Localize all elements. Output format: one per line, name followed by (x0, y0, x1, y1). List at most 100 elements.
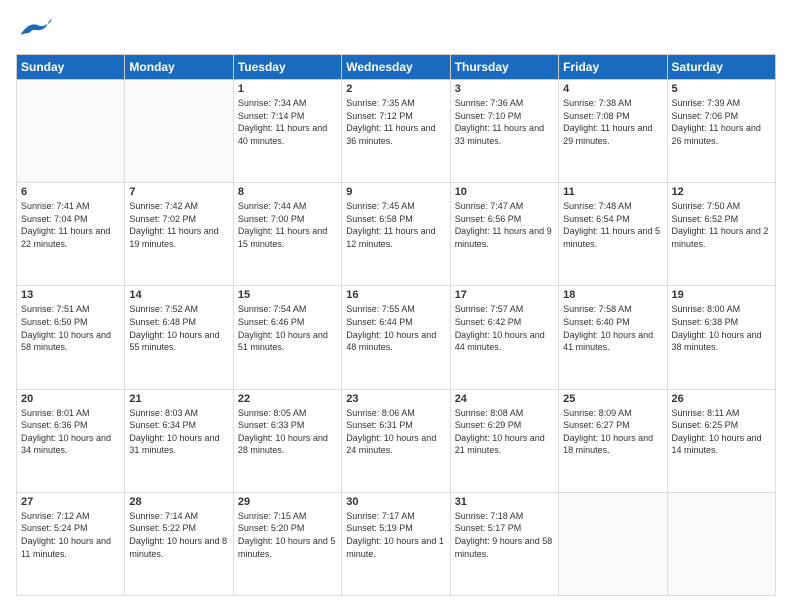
day-info: Sunrise: 8:06 AMSunset: 6:31 PMDaylight:… (346, 407, 445, 457)
calendar-week-2: 6 Sunrise: 7:41 AMSunset: 7:04 PMDayligh… (17, 183, 776, 286)
calendar-cell: 14 Sunrise: 7:52 AMSunset: 6:48 PMDaylig… (125, 286, 233, 389)
day-info: Sunrise: 7:35 AMSunset: 7:12 PMDaylight:… (346, 97, 445, 147)
day-number: 16 (346, 289, 445, 301)
calendar-cell: 29 Sunrise: 7:15 AMSunset: 5:20 PMDaylig… (233, 492, 341, 595)
day-number: 10 (455, 186, 554, 198)
day-info: Sunrise: 7:44 AMSunset: 7:00 PMDaylight:… (238, 200, 337, 250)
day-info: Sunrise: 7:58 AMSunset: 6:40 PMDaylight:… (563, 303, 662, 353)
day-number: 25 (563, 393, 662, 405)
logo (16, 16, 56, 44)
day-number: 4 (563, 83, 662, 95)
calendar-cell: 31 Sunrise: 7:18 AMSunset: 5:17 PMDaylig… (450, 492, 558, 595)
day-number: 19 (672, 289, 771, 301)
day-number: 15 (238, 289, 337, 301)
calendar-cell: 22 Sunrise: 8:05 AMSunset: 6:33 PMDaylig… (233, 389, 341, 492)
day-info: Sunrise: 7:36 AMSunset: 7:10 PMDaylight:… (455, 97, 554, 147)
day-info: Sunrise: 7:57 AMSunset: 6:42 PMDaylight:… (455, 303, 554, 353)
calendar-cell: 27 Sunrise: 7:12 AMSunset: 5:24 PMDaylig… (17, 492, 125, 595)
day-info: Sunrise: 7:50 AMSunset: 6:52 PMDaylight:… (672, 200, 771, 250)
day-number: 22 (238, 393, 337, 405)
calendar-cell (559, 492, 667, 595)
day-info: Sunrise: 7:51 AMSunset: 6:50 PMDaylight:… (21, 303, 120, 353)
calendar-cell: 23 Sunrise: 8:06 AMSunset: 6:31 PMDaylig… (342, 389, 450, 492)
weekday-header-row: SundayMondayTuesdayWednesdayThursdayFrid… (17, 55, 776, 80)
day-number: 13 (21, 289, 120, 301)
day-info: Sunrise: 8:09 AMSunset: 6:27 PMDaylight:… (563, 407, 662, 457)
day-info: Sunrise: 7:34 AMSunset: 7:14 PMDaylight:… (238, 97, 337, 147)
calendar-cell: 15 Sunrise: 7:54 AMSunset: 6:46 PMDaylig… (233, 286, 341, 389)
day-info: Sunrise: 7:47 AMSunset: 6:56 PMDaylight:… (455, 200, 554, 250)
day-number: 2 (346, 83, 445, 95)
day-number: 23 (346, 393, 445, 405)
calendar-cell: 25 Sunrise: 8:09 AMSunset: 6:27 PMDaylig… (559, 389, 667, 492)
calendar-cell: 16 Sunrise: 7:55 AMSunset: 6:44 PMDaylig… (342, 286, 450, 389)
calendar-cell: 10 Sunrise: 7:47 AMSunset: 6:56 PMDaylig… (450, 183, 558, 286)
day-number: 1 (238, 83, 337, 95)
weekday-header-tuesday: Tuesday (233, 55, 341, 80)
calendar-cell: 19 Sunrise: 8:00 AMSunset: 6:38 PMDaylig… (667, 286, 775, 389)
calendar-cell: 7 Sunrise: 7:42 AMSunset: 7:02 PMDayligh… (125, 183, 233, 286)
calendar-cell: 4 Sunrise: 7:38 AMSunset: 7:08 PMDayligh… (559, 80, 667, 183)
weekday-header-sunday: Sunday (17, 55, 125, 80)
day-info: Sunrise: 7:38 AMSunset: 7:08 PMDaylight:… (563, 97, 662, 147)
calendar-cell: 5 Sunrise: 7:39 AMSunset: 7:06 PMDayligh… (667, 80, 775, 183)
day-info: Sunrise: 7:12 AMSunset: 5:24 PMDaylight:… (21, 510, 120, 560)
calendar-cell (667, 492, 775, 595)
day-number: 27 (21, 496, 120, 508)
day-number: 14 (129, 289, 228, 301)
calendar-cell: 17 Sunrise: 7:57 AMSunset: 6:42 PMDaylig… (450, 286, 558, 389)
day-number: 26 (672, 393, 771, 405)
calendar-cell: 24 Sunrise: 8:08 AMSunset: 6:29 PMDaylig… (450, 389, 558, 492)
weekday-header-saturday: Saturday (667, 55, 775, 80)
calendar-cell: 12 Sunrise: 7:50 AMSunset: 6:52 PMDaylig… (667, 183, 775, 286)
day-number: 5 (672, 83, 771, 95)
day-number: 11 (563, 186, 662, 198)
day-info: Sunrise: 7:52 AMSunset: 6:48 PMDaylight:… (129, 303, 228, 353)
calendar-cell: 2 Sunrise: 7:35 AMSunset: 7:12 PMDayligh… (342, 80, 450, 183)
calendar-cell (125, 80, 233, 183)
day-info: Sunrise: 8:03 AMSunset: 6:34 PMDaylight:… (129, 407, 228, 457)
calendar-week-3: 13 Sunrise: 7:51 AMSunset: 6:50 PMDaylig… (17, 286, 776, 389)
day-number: 17 (455, 289, 554, 301)
calendar-cell: 13 Sunrise: 7:51 AMSunset: 6:50 PMDaylig… (17, 286, 125, 389)
day-info: Sunrise: 7:18 AMSunset: 5:17 PMDaylight:… (455, 510, 554, 560)
day-info: Sunrise: 7:54 AMSunset: 6:46 PMDaylight:… (238, 303, 337, 353)
calendar-cell: 3 Sunrise: 7:36 AMSunset: 7:10 PMDayligh… (450, 80, 558, 183)
day-number: 31 (455, 496, 554, 508)
logo-bird-icon (16, 16, 52, 44)
day-info: Sunrise: 8:00 AMSunset: 6:38 PMDaylight:… (672, 303, 771, 353)
calendar-week-1: 1 Sunrise: 7:34 AMSunset: 7:14 PMDayligh… (17, 80, 776, 183)
calendar-table: SundayMondayTuesdayWednesdayThursdayFrid… (16, 54, 776, 596)
weekday-header-friday: Friday (559, 55, 667, 80)
day-info: Sunrise: 7:42 AMSunset: 7:02 PMDaylight:… (129, 200, 228, 250)
weekday-header-wednesday: Wednesday (342, 55, 450, 80)
day-number: 24 (455, 393, 554, 405)
calendar-cell: 1 Sunrise: 7:34 AMSunset: 7:14 PMDayligh… (233, 80, 341, 183)
calendar-cell: 18 Sunrise: 7:58 AMSunset: 6:40 PMDaylig… (559, 286, 667, 389)
day-info: Sunrise: 7:39 AMSunset: 7:06 PMDaylight:… (672, 97, 771, 147)
page-header (16, 16, 776, 44)
calendar-cell (17, 80, 125, 183)
day-info: Sunrise: 7:17 AMSunset: 5:19 PMDaylight:… (346, 510, 445, 560)
day-number: 18 (563, 289, 662, 301)
calendar-cell: 8 Sunrise: 7:44 AMSunset: 7:00 PMDayligh… (233, 183, 341, 286)
day-number: 21 (129, 393, 228, 405)
day-number: 30 (346, 496, 445, 508)
day-info: Sunrise: 8:08 AMSunset: 6:29 PMDaylight:… (455, 407, 554, 457)
day-number: 3 (455, 83, 554, 95)
day-number: 20 (21, 393, 120, 405)
calendar-cell: 26 Sunrise: 8:11 AMSunset: 6:25 PMDaylig… (667, 389, 775, 492)
day-info: Sunrise: 7:48 AMSunset: 6:54 PMDaylight:… (563, 200, 662, 250)
day-number: 7 (129, 186, 228, 198)
weekday-header-monday: Monday (125, 55, 233, 80)
calendar-cell: 6 Sunrise: 7:41 AMSunset: 7:04 PMDayligh… (17, 183, 125, 286)
calendar-cell: 30 Sunrise: 7:17 AMSunset: 5:19 PMDaylig… (342, 492, 450, 595)
calendar-cell: 21 Sunrise: 8:03 AMSunset: 6:34 PMDaylig… (125, 389, 233, 492)
calendar-cell: 11 Sunrise: 7:48 AMSunset: 6:54 PMDaylig… (559, 183, 667, 286)
day-info: Sunrise: 8:01 AMSunset: 6:36 PMDaylight:… (21, 407, 120, 457)
day-info: Sunrise: 7:45 AMSunset: 6:58 PMDaylight:… (346, 200, 445, 250)
weekday-header-thursday: Thursday (450, 55, 558, 80)
day-info: Sunrise: 7:41 AMSunset: 7:04 PMDaylight:… (21, 200, 120, 250)
day-number: 29 (238, 496, 337, 508)
calendar-cell: 28 Sunrise: 7:14 AMSunset: 5:22 PMDaylig… (125, 492, 233, 595)
